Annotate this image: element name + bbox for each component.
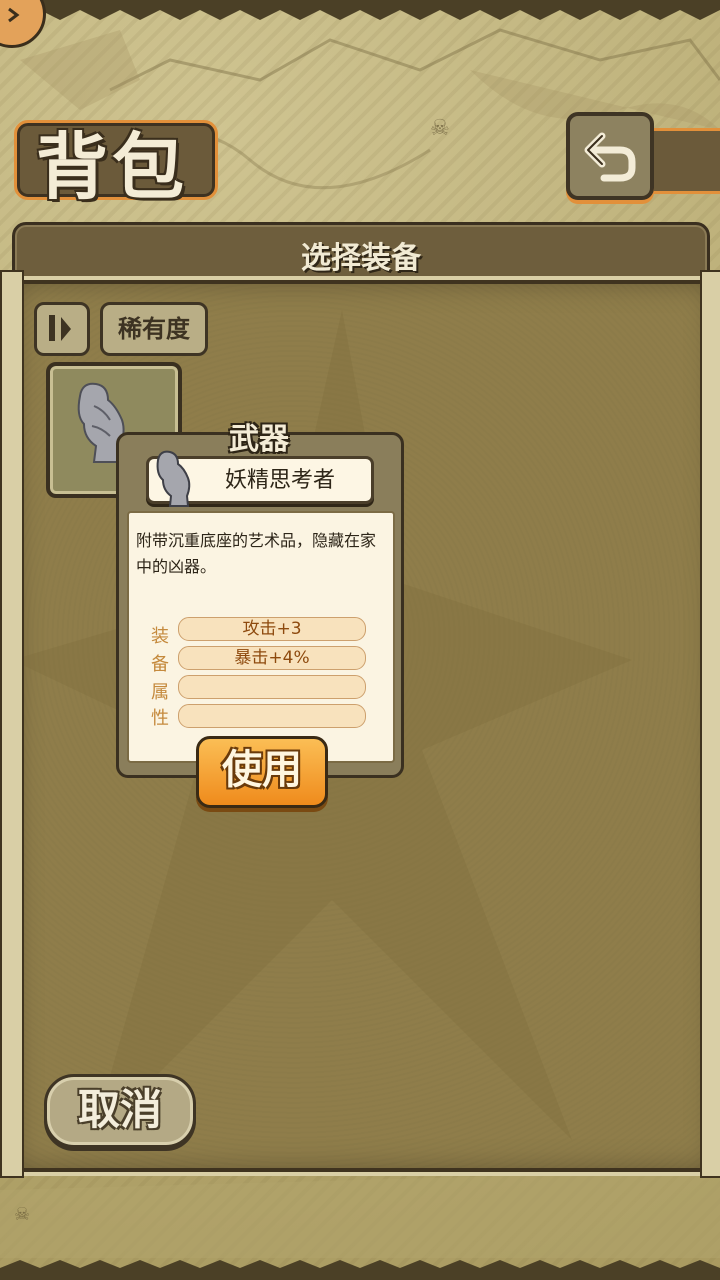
item-name: 妖精思考者: [224, 468, 335, 493]
sort-toggle-icon: [49, 315, 71, 341]
svg-text:☠: ☠: [430, 116, 450, 141]
top-zigzag-border: [0, 0, 720, 20]
use-button[interactable]: 使用: [196, 736, 328, 808]
attr-label-char: 属: [151, 682, 169, 703]
cancel-button[interactable]: 取消: [44, 1074, 196, 1148]
back-arrow-icon: [584, 132, 636, 182]
sort-order-button[interactable]: [34, 302, 90, 356]
attribute-row: [178, 704, 366, 728]
attribute-row: [178, 675, 366, 699]
bottom-zigzag-border: [0, 1260, 720, 1280]
statue-icon: [156, 450, 191, 507]
svg-text:☠: ☠: [14, 1204, 30, 1225]
attr-label-char: 性: [151, 708, 169, 729]
back-button[interactable]: [566, 112, 654, 200]
panel-header: 选择装备: [12, 222, 710, 284]
chevron-right-icon: [8, 7, 20, 23]
item-description: 附带沉重底座的艺术品，隐藏在家中的凶器。: [136, 531, 377, 576]
right-rail: [700, 270, 720, 1178]
attr-label-char: 备: [151, 654, 169, 675]
attribute-row: 暴击+4%: [178, 646, 366, 670]
attr-label-char: 装: [151, 626, 169, 647]
attribute-row: 攻击+3: [178, 617, 366, 641]
rarity-sort-button[interactable]: 稀有度: [100, 302, 208, 356]
left-rail: [0, 270, 24, 1178]
panel-title: 选择装备: [301, 241, 421, 276]
page-title: 背包: [36, 124, 189, 209]
